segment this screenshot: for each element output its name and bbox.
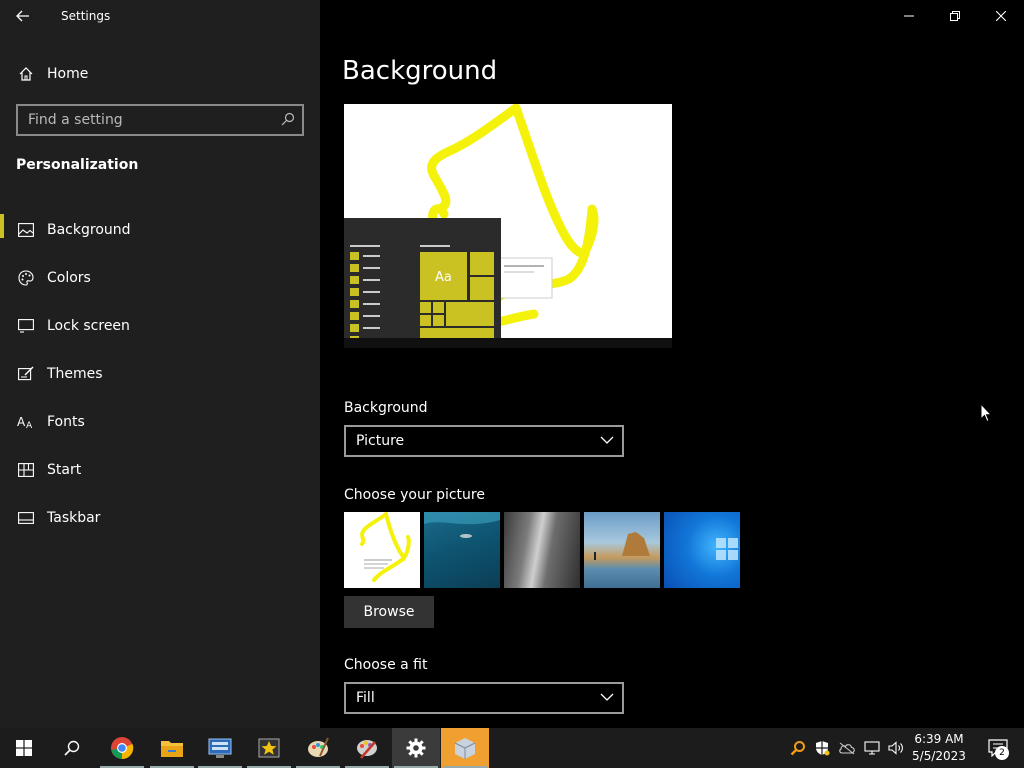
system-tray: [790, 728, 908, 768]
svg-text:A: A: [17, 415, 26, 429]
sidebar-item-start[interactable]: Start: [0, 446, 320, 494]
sidebar-item-lock-screen[interactable]: Lock screen: [0, 302, 320, 350]
search-icon[interactable]: [280, 111, 296, 131]
taskbar-package[interactable]: [441, 728, 489, 768]
main-content: Background Aa Background Picture Choose …: [320, 0, 1024, 728]
search-icon: [64, 740, 80, 756]
svg-text:A: A: [26, 421, 33, 429]
choose-fit-value: Fill: [356, 690, 375, 706]
taskbar: 6:39 AM 5/5/2023 2: [0, 728, 1024, 768]
titlebar-left: Settings: [0, 0, 320, 32]
picture-thumbnail-windows[interactable]: [664, 512, 740, 588]
section-title: Personalization: [16, 157, 139, 173]
choose-fit-dropdown[interactable]: Fill: [344, 682, 624, 714]
star-clapper-icon: [258, 738, 280, 758]
sidebar-item-label: Fonts: [47, 414, 85, 430]
choose-fit-label: Choose a fit: [344, 657, 428, 673]
sidebar-item-background[interactable]: Background: [0, 206, 320, 254]
chrome-icon: [111, 737, 134, 760]
palette-icon: [16, 270, 36, 286]
network-icon[interactable]: [864, 740, 884, 756]
background-preview: Aa: [344, 104, 672, 348]
sidebar-item-label: Taskbar: [47, 510, 101, 526]
taskbar-remote-desktop[interactable]: [196, 728, 244, 768]
browse-button[interactable]: Browse: [344, 596, 434, 628]
onedrive-icon[interactable]: [838, 741, 858, 755]
remote-desktop-icon: [208, 738, 232, 758]
gear-icon: [406, 738, 426, 758]
picture-thumbnail-rock[interactable]: [504, 512, 580, 588]
page-title: Background: [342, 56, 498, 86]
restore-icon: [950, 11, 960, 21]
minimize-button[interactable]: [886, 0, 932, 32]
sidebar-item-label: Lock screen: [47, 318, 130, 334]
taskbar-search-button[interactable]: [48, 728, 96, 768]
search-tool-icon[interactable]: [790, 740, 808, 756]
sidebar-item-colors[interactable]: Colors: [0, 254, 320, 302]
start-icon: [16, 463, 36, 477]
preview-start-menu: Aa: [344, 218, 501, 348]
start-button[interactable]: [0, 728, 48, 768]
mouse-cursor-icon: [980, 403, 992, 423]
windows-logo-icon: [16, 740, 32, 756]
close-icon: [996, 11, 1006, 21]
clock-date: 5/5/2023: [912, 749, 966, 763]
app-title: Settings: [61, 9, 111, 23]
sidebar-item-label: Colors: [47, 270, 91, 286]
taskbar-clock[interactable]: 6:39 AM 5/5/2023: [906, 731, 972, 765]
volume-icon[interactable]: [888, 740, 908, 756]
lock-screen-icon: [16, 319, 36, 333]
picture-thumbnail-scribble[interactable]: [344, 512, 420, 588]
restore-button[interactable]: [932, 0, 978, 32]
preview-taskbar: [344, 338, 672, 348]
taskbar-icon: [16, 512, 36, 524]
background-type-label: Background: [344, 400, 428, 416]
sidebar-item-label: Themes: [47, 366, 103, 382]
notification-badge: 2: [995, 746, 1009, 760]
sidebar-item-taskbar[interactable]: Taskbar: [0, 494, 320, 542]
search-box[interactable]: [16, 104, 304, 136]
picture-thumbnails: [344, 512, 740, 588]
action-center-button[interactable]: 2: [978, 728, 1018, 768]
choose-picture-label: Choose your picture: [344, 487, 485, 503]
close-button[interactable]: [978, 0, 1024, 32]
fonts-icon: AA: [16, 415, 36, 429]
back-button[interactable]: [0, 0, 46, 32]
minimize-icon: [904, 15, 914, 17]
sidebar-item-label: Start: [47, 462, 82, 478]
back-arrow-icon: [16, 10, 29, 22]
taskbar-movie-maker[interactable]: [245, 728, 293, 768]
taskbar-settings[interactable]: [392, 728, 440, 768]
picture-thumbnail-beach[interactable]: [584, 512, 660, 588]
window-controls: [886, 0, 1024, 32]
sidebar-item-fonts[interactable]: AA Fonts: [0, 398, 320, 446]
chevron-down-icon: [600, 693, 614, 701]
home-link[interactable]: Home: [0, 56, 320, 92]
themes-icon: [16, 366, 36, 382]
home-icon: [16, 66, 36, 82]
taskbar-paint-alt[interactable]: [343, 728, 391, 768]
paint-brush-icon: [357, 740, 377, 759]
chevron-down-icon: [600, 436, 614, 444]
home-label: Home: [47, 66, 89, 82]
background-type-dropdown[interactable]: Picture: [344, 425, 624, 457]
folder-icon: [161, 741, 183, 757]
taskbar-file-explorer[interactable]: [148, 728, 196, 768]
sidebar-item-label: Background: [47, 222, 131, 238]
taskbar-paint[interactable]: [294, 728, 342, 768]
clock-time: 6:39 AM: [914, 732, 964, 746]
package-box-icon: [454, 738, 476, 759]
sidebar-nav: Background Colors Lock screen Themes AA …: [0, 206, 320, 542]
sidebar-item-themes[interactable]: Themes: [0, 350, 320, 398]
search-input[interactable]: [18, 112, 268, 128]
security-shield-icon[interactable]: [814, 740, 832, 756]
taskbar-chrome[interactable]: [98, 728, 146, 768]
sidebar: Settings Home Personalization Background…: [0, 0, 320, 728]
picture-thumbnail-underwater[interactable]: [424, 512, 500, 588]
background-type-value: Picture: [356, 433, 405, 449]
picture-icon: [16, 223, 36, 237]
preview-tile-label: Aa: [435, 270, 452, 285]
paint-palette-icon: [308, 737, 329, 757]
